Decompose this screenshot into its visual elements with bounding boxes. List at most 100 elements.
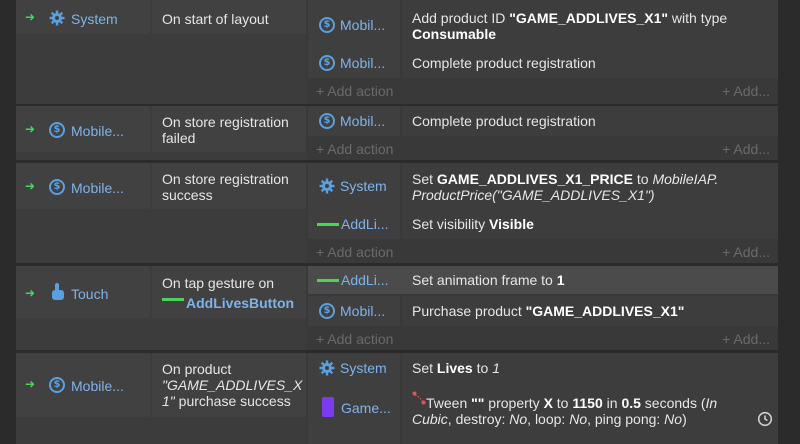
action-text-cell[interactable]: Tween "" property X to 1150 in 0.5 secon… [402, 383, 778, 444]
action-text-cell[interactable]: Set animation frame to 1 [402, 266, 778, 294]
condition-text: On start of layout [162, 11, 269, 27]
action-text-part: ) [682, 411, 687, 427]
action-text-part: property [484, 395, 544, 411]
event-arrow-icon: ➜ [25, 122, 36, 136]
condition-text: On product "GAME_ADDLIVES_X 1" purchase su… [162, 361, 312, 409]
action-text: Set animation frame to 1 [412, 272, 565, 288]
add-action-link[interactable]: + Add action [316, 83, 393, 99]
product-id: 1" [162, 393, 175, 409]
condition-object[interactable]: ➜ $ Mobile... [16, 353, 150, 417]
action-text-part: seconds ( [640, 395, 706, 411]
action-row[interactable]: AddLi... Set visibility Visible [308, 209, 778, 239]
sprite-bar-icon [317, 223, 339, 226]
action-text-part: to [472, 360, 493, 376]
action-object-label: System [340, 178, 387, 194]
action-row[interactable]: System Set Lives to 1 [308, 353, 778, 383]
event-block-2[interactable]: ➜ $ Mobile... On store registration fail… [16, 106, 778, 160]
add-menu-link[interactable]: + Add... [722, 83, 770, 99]
action-object[interactable]: $ Mobil... [308, 296, 400, 326]
condition-text-cell[interactable]: On store registration failed [152, 106, 306, 152]
action-row[interactable]: $ Mobil... Complete product registration [308, 106, 778, 136]
event-block-1[interactable]: ➜ System On start of layout $ Mobil... A… [16, 0, 778, 104]
product-id: "GAME_ADDLIVES_X [162, 377, 303, 393]
event-sheet: ➜ System On start of layout $ Mobil... A… [0, 0, 800, 444]
tween-destroy: No [509, 411, 528, 427]
timer-icon[interactable] [757, 411, 773, 432]
mobile-iap-icon: $ [49, 122, 65, 138]
product-type: Consumable [412, 26, 497, 42]
tween-property: X [543, 395, 553, 411]
condition-text-cell[interactable]: On product "GAME_ADDLIVES_X 1" purchase su… [152, 353, 306, 417]
action-text-cell[interactable]: Set visibility Visible [402, 209, 778, 239]
action-object[interactable]: AddLi... [308, 209, 400, 239]
action-object[interactable]: AddLi... [308, 266, 400, 294]
action-object-label: AddLi... [341, 272, 389, 288]
variable-name: Lives [436, 360, 473, 376]
system-gear-icon [319, 360, 335, 381]
action-object[interactable]: $ Mobil... [308, 48, 400, 78]
tween-loop: No [569, 411, 588, 427]
tween-ping-pong: No [664, 411, 683, 427]
action-text-part: with type [668, 10, 728, 26]
action-row[interactable]: Game... Tween "" property X to 1150 in 0… [308, 383, 778, 444]
action-row[interactable]: $ Mobil... Complete product registration [308, 48, 778, 78]
action-text-part: in [602, 395, 622, 411]
add-menu-link[interactable]: + Add... [722, 331, 770, 347]
tween-action-text-line2: Cubic, destroy: No, loop: No, ping pong:… [412, 411, 687, 427]
action-object-label: Game... [341, 400, 391, 416]
action-text-cell[interactable]: Add product ID "GAME_ADDLIVES_X1" with t… [402, 0, 778, 48]
action-text-cell[interactable]: Set Lives to 1 [402, 353, 778, 383]
condition-object[interactable]: ➜ System [16, 0, 150, 34]
condition-object[interactable]: ➜ $ Mobile... [16, 163, 150, 209]
condition-text-part: On product [162, 361, 232, 377]
add-action-link[interactable]: + Add action [316, 244, 393, 260]
action-object[interactable]: $ Mobil... [308, 106, 400, 136]
event-block-4[interactable]: ➜ Touch On tap gesture on AddLivesButton… [16, 266, 778, 350]
action-object-label: AddLi... [341, 216, 389, 232]
tween-icon [412, 391, 426, 410]
action-text-cell[interactable]: Complete product registration [402, 106, 778, 136]
add-menu-link[interactable]: + Add... [722, 244, 770, 260]
action-text-cell[interactable]: Complete product registration [402, 48, 778, 78]
condition-object-label: Mobile... [71, 180, 124, 196]
condition-text-cell[interactable]: On start of layout [152, 0, 306, 34]
event-block-5[interactable]: ➜ $ Mobile... On product "GAME_ADDLIVES_X… [16, 353, 778, 444]
action-object-label: System [340, 360, 387, 376]
event-arrow-icon: ➜ [25, 286, 36, 300]
event-block-3[interactable]: ➜ $ Mobile... On store registration succ… [16, 163, 778, 263]
condition-text: On store registration failed [162, 114, 289, 146]
action-text-cell[interactable]: Set GAME_ADDLIVES_X1_PRICE to MobileIAP.… [402, 163, 778, 209]
action-row[interactable]: $ Mobil... Purchase product "GAME_ADDLIV… [308, 296, 778, 326]
action-text-cell[interactable]: Purchase product "GAME_ADDLIVES_X1" [402, 296, 778, 326]
action-object[interactable]: System [308, 163, 400, 209]
condition-object-label: Mobile... [71, 378, 124, 394]
action-row[interactable]: $ Mobil... Add product ID "GAME_ADDLIVES… [308, 0, 778, 48]
action-row-selected[interactable]: AddLi... Set animation frame to 1 [308, 266, 778, 294]
add-action-link[interactable]: + Add action [316, 331, 393, 347]
action-object-label: Mobil... [340, 303, 386, 319]
sprite-bar-icon [317, 279, 339, 282]
tween-ease: In [705, 395, 718, 411]
event-arrow-icon: ➜ [25, 10, 36, 24]
add-action-link[interactable]: + Add action [316, 141, 393, 157]
condition-object[interactable]: ➜ $ Mobile... [16, 106, 150, 152]
condition-object-label: Touch [71, 286, 109, 302]
action-text-part: , ping pong: [587, 411, 665, 427]
tap-target-object: AddLivesButton [186, 295, 295, 311]
visibility-value: Visible [489, 216, 534, 232]
action-text-part: Add product ID [412, 10, 510, 26]
condition-text-cell[interactable]: On store registration success [152, 163, 306, 209]
action-object[interactable]: System [308, 353, 400, 383]
tween-duration: 0.5 [621, 395, 641, 411]
condition-object[interactable]: ➜ Touch [16, 266, 150, 318]
action-text-part: , destroy: [447, 411, 510, 427]
condition-text-cell[interactable]: On tap gesture on AddLivesButton [152, 266, 306, 318]
action-row[interactable]: System Set GAME_ADDLIVES_X1_PRICE to Mob… [308, 163, 778, 209]
tween-target: 1150 [572, 395, 603, 411]
system-gear-icon [49, 10, 65, 31]
action-object[interactable]: $ Mobil... [308, 0, 400, 48]
action-text-part: Set [412, 360, 437, 376]
add-menu-link[interactable]: + Add... [722, 141, 770, 157]
condition-object-label: Mobile... [71, 123, 124, 139]
action-object[interactable]: Game... [308, 383, 400, 444]
